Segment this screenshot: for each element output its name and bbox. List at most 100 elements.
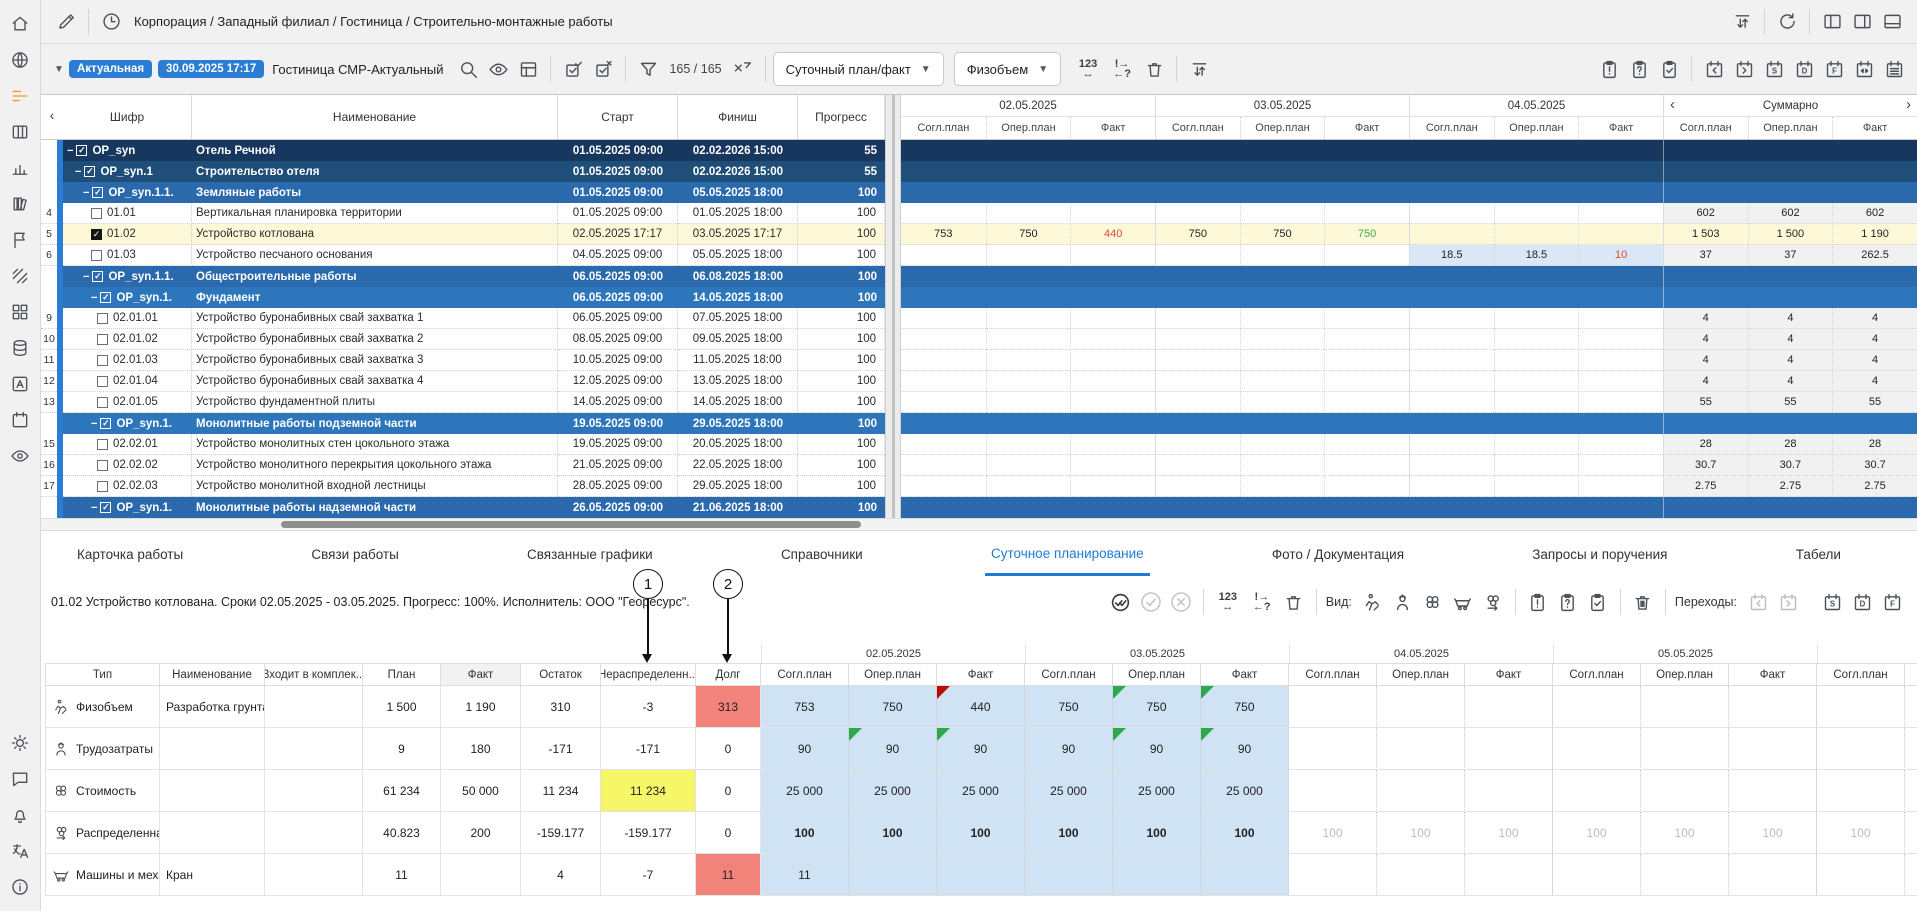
metric-select[interactable]: Физобъем ▼ [954,52,1061,86]
database-icon[interactable] [5,330,35,366]
version-badge[interactable]: Актуальная [69,60,152,78]
calendar-d-icon[interactable]: D [1789,54,1819,84]
scrollbar-thumb[interactable] [281,521,861,528]
question-transfer-icon[interactable]: !→←? [1245,587,1279,617]
resource-day-cell[interactable]: 100 [1113,812,1201,854]
resource-day-cell[interactable]: 100 [1553,812,1641,854]
collapse-node-icon[interactable]: − [75,166,81,178]
calendar-s-icon[interactable]: S [1759,54,1789,84]
language-icon[interactable] [5,833,35,869]
resource-day-cell[interactable]: 100 [1905,812,1917,854]
row-checkbox[interactable] [97,355,108,366]
resource-day-cell[interactable]: 100 [1641,812,1729,854]
tab-карточка-работы[interactable]: Карточка работы [71,535,189,574]
confirm-button[interactable] [1136,587,1166,617]
clipboard-question-icon[interactable] [1553,587,1583,617]
board-icon[interactable] [5,114,35,150]
calendar-prev-icon[interactable] [1699,54,1729,84]
resource-day-cell[interactable] [1377,686,1465,728]
hatch-icon[interactable] [5,258,35,294]
info-icon[interactable] [5,869,35,905]
schedule-row[interactable]: 14−OP_syn.1.Монолитные работы подземной … [41,413,885,434]
home-icon[interactable] [5,6,35,42]
schedule-row[interactable]: 1102.01.03Устройство буронабивных свай з… [41,350,885,371]
resource-day-cell[interactable] [937,854,1025,896]
clear-filter-icon[interactable] [728,54,758,84]
modules-icon[interactable] [5,294,35,330]
row-checkbox[interactable] [100,418,111,429]
theme-icon[interactable] [5,725,35,761]
search-icon[interactable] [453,54,483,84]
resource-day-cell[interactable]: 90 [1113,728,1201,770]
column-header[interactable]: План [363,663,441,686]
resource-day-cell[interactable] [1553,854,1641,896]
resource-day-cell[interactable]: 100 [1025,812,1113,854]
resource-day-cell[interactable] [1729,686,1817,728]
resource-row[interactable]: Распределенная ра40.823200-159.177-159.1… [45,812,1917,854]
schedule-row[interactable]: 1202.01.04Устройство буронабивных свай з… [41,371,885,392]
confirm-all-button[interactable] [1106,587,1136,617]
resource-day-cell[interactable]: 100 [1465,812,1553,854]
resource-day-cell[interactable]: 440 [937,686,1025,728]
resource-day-cell[interactable] [1641,854,1729,896]
plan-dropdown-icon[interactable]: ▼ [49,54,69,84]
resource-day-cell[interactable]: 90 [849,728,937,770]
filter-icon[interactable] [633,54,663,84]
clear-all-icon[interactable] [1628,587,1658,617]
pane-splitter[interactable] [885,95,901,531]
distributed-view-icon[interactable] [1478,587,1508,617]
panel-view-icon[interactable] [513,54,543,84]
resource-day-cell[interactable]: 90 [937,728,1025,770]
resource-day-cell[interactable]: 90 [1025,728,1113,770]
resource-day-cell[interactable] [1289,728,1377,770]
row-checkbox[interactable] [91,208,102,219]
collapse-node-icon[interactable]: − [91,502,97,514]
row-checkbox[interactable] [92,271,103,282]
column-header[interactable]: Финиш [678,95,798,139]
calendar-d-icon[interactable]: D [1847,587,1877,617]
column-header[interactable]: Тип [45,663,160,686]
schedule-row[interactable]: 1502.02.01Устройство монолитных стен цок… [41,434,885,455]
resource-day-cell[interactable]: 753 [761,686,849,728]
calendar-s-icon[interactable]: S [1817,587,1847,617]
column-header[interactable]: Наименование [160,663,265,686]
import-icon[interactable] [1184,54,1214,84]
resource-day-cell[interactable] [1817,770,1905,812]
resource-day-cell[interactable] [1641,728,1729,770]
column-header[interactable]: Факт [441,663,521,686]
row-checkbox[interactable] [97,397,108,408]
schedule-row[interactable]: 7−OP_syn.1.1.Общестроительные работы06.0… [41,266,885,287]
column-header[interactable]: Долг [696,663,761,686]
resource-day-cell[interactable] [1377,770,1465,812]
schedule-row[interactable]: 18−OP_syn.1.Монолитные работы надземной … [41,497,885,518]
timestamp-badge[interactable]: 30.09.2025 17:17 [158,60,264,78]
resource-row[interactable]: Стоимость61 23450 00011 23411 234025 000… [45,770,1917,812]
resource-day-cell[interactable]: 100 [1817,812,1905,854]
resource-day-cell[interactable]: 25 000 [937,770,1025,812]
collapse-node-icon[interactable]: − [83,271,89,283]
resource-day-cell[interactable] [1465,854,1553,896]
layout-bottom-icon[interactable] [1877,7,1907,37]
resource-day-cell[interactable]: 100 [1289,812,1377,854]
comments-icon[interactable] [5,761,35,797]
row-checkbox[interactable] [97,376,108,387]
row-checkbox[interactable] [91,229,102,240]
resource-row[interactable]: Трудозатраты9180-171-1710909090909090 [45,728,1917,770]
visibility-icon[interactable] [5,438,35,474]
schedule-row[interactable]: 1302.01.05Устройство фундаментной плиты1… [41,392,885,413]
resource-day-cell[interactable]: 25 000 [1025,770,1113,812]
collapse-node-icon[interactable]: − [67,145,73,157]
resource-day-cell[interactable] [1289,770,1377,812]
row-checkbox[interactable] [76,145,87,156]
machines-view-icon[interactable] [1448,587,1478,617]
column-header[interactable]: Входит в комплек... [265,663,363,686]
resource-day-cell[interactable]: 11 [761,854,849,896]
check-all-icon[interactable] [558,54,588,84]
column-header[interactable]: Нераспределенн... [601,663,696,686]
refresh-icon[interactable] [1772,7,1802,37]
summary-prev-icon[interactable]: ‹ [1670,96,1675,113]
resource-day-cell[interactable] [1817,686,1905,728]
view-mode-select[interactable]: Суточный план/факт ▼ [773,52,944,86]
resource-day-cell[interactable] [1025,854,1113,896]
layout-right-icon[interactable] [1847,7,1877,37]
